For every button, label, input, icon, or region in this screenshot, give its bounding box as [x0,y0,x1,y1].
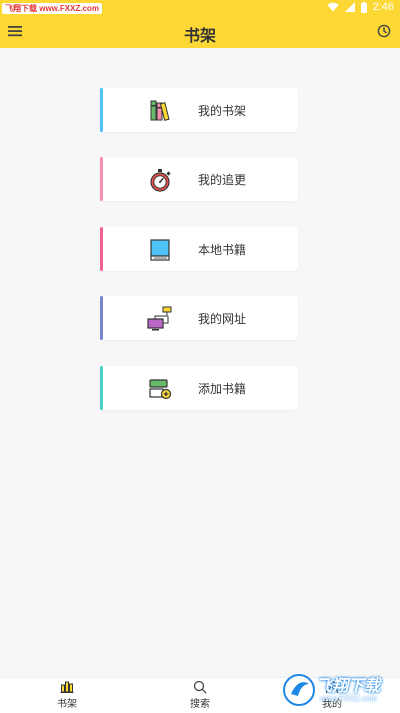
stopwatch-icon [150,169,171,192]
card-my-urls[interactable]: 我的网址 [100,296,298,340]
history-clock-icon[interactable] [377,24,391,38]
card-label: 我的网址 [198,312,247,326]
card-accent-bar [100,296,103,340]
card-accent-bar [100,366,103,410]
card-accent-bar [100,227,103,271]
nav-item-search[interactable]: 搜索 [170,680,230,710]
app-bar: 书架 [0,17,400,48]
nav-label: 搜索 [190,699,210,710]
nav-label: 书架 [57,699,77,710]
signal-icon [344,2,355,12]
card-accent-bar [100,88,103,132]
card-label: 我的追更 [198,173,247,187]
local-book-icon [150,239,170,261]
wifi-icon [327,2,339,12]
status-bar: 飞翔下载 www.FXXZ.com 2:46 [0,0,400,17]
status-icons: 2:46 [327,1,394,13]
status-time: 2:46 [372,1,394,13]
card-label: 我的书架 [198,104,247,118]
network-icon [147,306,172,331]
bookshelf-chart-icon [60,681,74,693]
search-icon [193,680,207,694]
card-label: 添加书籍 [198,382,247,396]
watermark-url: www.FXXZ.com [320,694,377,703]
add-book-icon [149,379,172,400]
nav-item-bookshelf[interactable]: 书架 [37,680,97,710]
card-add-books[interactable]: 添加书籍 [100,366,298,410]
top-bar: 飞翔下载 www.FXXZ.com 2:46 书架 [0,0,400,48]
card-accent-bar [100,157,103,201]
books-icon [150,100,170,121]
card-my-follow-updates[interactable]: 我的追更 [100,157,298,201]
card-local-books[interactable]: 本地书籍 [100,227,298,271]
card-my-bookshelf[interactable]: 我的书架 [100,88,298,132]
watermark-logo-icon [283,674,315,706]
status-watermark: 飞翔下载 www.FXXZ.com [2,3,102,14]
watermark-text: 飞翔下载 [316,676,381,695]
page-title: 书架 [183,26,216,45]
card-label: 本地书籍 [198,243,247,257]
battery-icon [360,1,367,13]
corner-watermark: 飞翔下载 www.FXXZ.com [282,668,398,712]
